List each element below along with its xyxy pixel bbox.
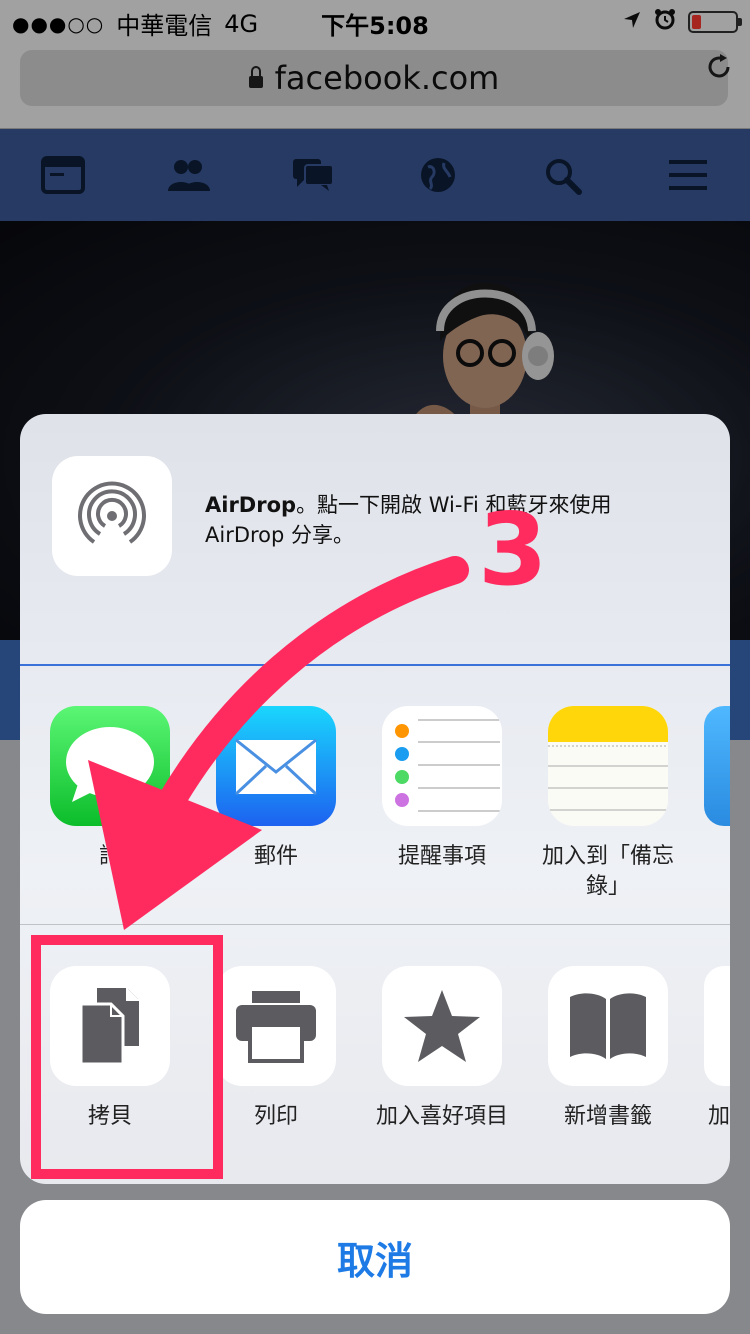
action-print[interactable]: 列印 — [206, 966, 346, 1132]
app-label: 訊 — [98, 844, 121, 869]
share-app-more[interactable] — [704, 706, 730, 826]
section-divider — [20, 924, 730, 925]
action-label: 列印 — [253, 1104, 298, 1129]
app-label: 提醒事項 — [397, 844, 486, 869]
book-icon — [548, 966, 668, 1086]
share-app-messages[interactable]: 訊 — [40, 706, 180, 872]
mail-icon — [216, 706, 336, 826]
cancel-button[interactable]: 取消 — [20, 1200, 730, 1314]
highlight-box — [31, 935, 223, 1179]
messages-icon — [50, 706, 170, 826]
share-app-notes[interactable]: 加入到「備忘錄」 — [538, 706, 678, 902]
app-label: 加入到「備忘錄」 — [541, 844, 674, 899]
action-label: 加 — [708, 1104, 730, 1129]
print-icon — [216, 966, 336, 1086]
reminders-icon — [382, 706, 502, 826]
app-icon-partial — [704, 706, 730, 826]
star-icon — [382, 966, 502, 1086]
step-number: 3 — [478, 491, 548, 608]
share-app-mail[interactable]: 郵件 — [206, 706, 346, 872]
action-label: 新增書籤 — [563, 1104, 652, 1129]
action-more[interactable]: 加 — [704, 966, 730, 1132]
action-label: 加入喜好項目 — [375, 1104, 508, 1129]
section-divider — [20, 664, 730, 666]
airdrop-section: AirDrop。點一下開啟 Wi-Fi 和藍牙來使用 AirDrop 分享。 — [20, 414, 730, 664]
airdrop-description: AirDrop。點一下開啟 Wi-Fi 和藍牙來使用 AirDrop 分享。 — [205, 490, 695, 550]
action-add-favorite[interactable]: 加入喜好項目 — [372, 966, 512, 1132]
app-label: 郵件 — [253, 844, 298, 869]
action-add-bookmark[interactable]: 新增書籤 — [538, 966, 678, 1132]
airdrop-title: AirDrop — [205, 493, 297, 517]
airdrop-icon[interactable] — [52, 456, 172, 576]
partial-icon — [704, 966, 730, 1086]
notes-icon — [548, 706, 668, 826]
share-app-reminders[interactable]: 提醒事項 — [372, 706, 512, 872]
